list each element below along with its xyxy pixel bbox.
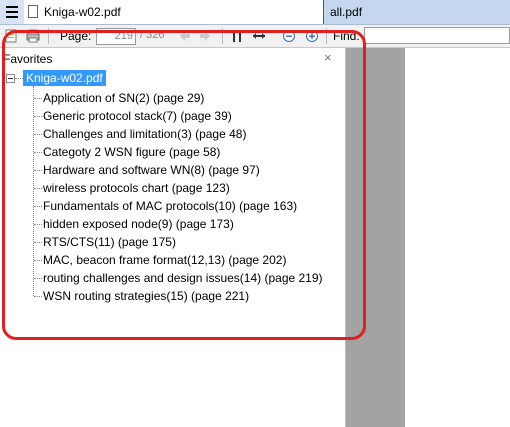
favorite-item[interactable]: RTS/CTS(11) (page 175) bbox=[43, 233, 176, 251]
tree-connector bbox=[34, 170, 42, 171]
print-icon[interactable] bbox=[26, 29, 40, 43]
fit-width-icon[interactable] bbox=[252, 29, 266, 43]
favorites-root-file[interactable]: Kniga-w02.pdf bbox=[23, 70, 106, 86]
find-input[interactable] bbox=[364, 27, 510, 44]
tree-connector bbox=[34, 224, 42, 225]
find-label: Find: bbox=[333, 29, 360, 43]
favorite-item[interactable]: WSN routing strategies(15) (page 221) bbox=[43, 287, 249, 305]
favorite-item[interactable]: MAC, beacon frame format(12,13) (page 20… bbox=[43, 251, 286, 269]
favorite-item[interactable]: Challenges and limitation(3) (page 48) bbox=[43, 125, 246, 143]
favorites-title: Favorites bbox=[3, 52, 53, 66]
toolbar-separator bbox=[326, 28, 327, 44]
tab-all-pdf[interactable]: all.pdf bbox=[324, 0, 510, 24]
tab-label: Kniga-w02.pdf bbox=[44, 5, 121, 19]
collapse-toggle-icon[interactable] bbox=[6, 74, 15, 83]
pdf-file-icon bbox=[28, 5, 38, 18]
tree-connector bbox=[34, 188, 42, 189]
tree-connector bbox=[33, 86, 34, 296]
toolbar-separator bbox=[48, 28, 49, 44]
tab-label: all.pdf bbox=[330, 5, 363, 19]
tree-connector bbox=[34, 206, 42, 207]
toolbar-separator bbox=[222, 28, 223, 44]
close-favorites-icon[interactable]: × bbox=[324, 50, 332, 65]
page-label: Page: bbox=[60, 29, 92, 43]
tree-connector bbox=[34, 134, 42, 135]
favorite-item[interactable]: Categoty 2 WSN figure (page 58) bbox=[43, 143, 220, 161]
document-area[interactable] bbox=[346, 48, 510, 427]
tree-connector bbox=[34, 260, 42, 261]
zoom-in-icon[interactable] bbox=[305, 29, 319, 43]
tree-connector bbox=[34, 116, 42, 117]
document-page[interactable] bbox=[405, 48, 510, 427]
fit-page-icon[interactable] bbox=[230, 29, 244, 43]
tree-connector bbox=[15, 78, 23, 79]
open-icon[interactable] bbox=[4, 29, 18, 43]
favorite-item[interactable]: hidden exposed node(9) (page 173) bbox=[43, 215, 234, 233]
tree-connector bbox=[34, 152, 42, 153]
tree-connector bbox=[34, 296, 42, 297]
page-number-input[interactable]: 219 bbox=[96, 28, 136, 45]
favorite-item[interactable]: wireless protocols chart (page 123) bbox=[43, 179, 230, 197]
favorite-item[interactable]: Fundamentals of MAC protocols(10) (page … bbox=[43, 197, 297, 215]
back-arrow-icon[interactable] bbox=[178, 29, 192, 43]
tree-connector bbox=[34, 242, 42, 243]
zoom-out-icon[interactable] bbox=[282, 29, 296, 43]
tab-strip: Kniga-w02.pdf × all.pdf bbox=[0, 0, 510, 25]
tree-connector bbox=[34, 278, 42, 279]
favorite-item[interactable]: Hardware and software WN(8) (page 97) bbox=[43, 161, 260, 179]
tree-connector bbox=[34, 98, 42, 99]
forward-arrow-icon[interactable] bbox=[198, 29, 212, 43]
favorite-item[interactable]: Application of SN(2) (page 29) bbox=[43, 89, 204, 107]
menu-icon[interactable] bbox=[3, 3, 21, 21]
favorites-header: Favorites × bbox=[0, 48, 345, 68]
favorites-pane: Favorites × Kniga-w02.pdf Application of… bbox=[0, 48, 346, 427]
tab-kniga-w02[interactable]: Kniga-w02.pdf × bbox=[24, 0, 339, 24]
favorite-item[interactable]: routing challenges and design issues(14)… bbox=[43, 269, 323, 287]
page-total: / 326 bbox=[140, 29, 165, 41]
favorite-item[interactable]: Generic protocol stack(7) (page 39) bbox=[43, 107, 232, 125]
toolbar: Page: 219 / 326 Find: bbox=[0, 25, 510, 48]
